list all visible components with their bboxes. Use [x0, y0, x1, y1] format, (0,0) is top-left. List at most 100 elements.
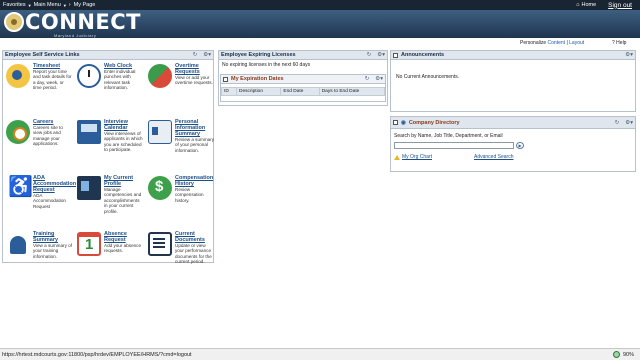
overtime-icon[interactable]	[148, 64, 172, 88]
ess-link-item[interactable]: Compensation HistoryReview compensation …	[147, 175, 218, 231]
breadcrumb-arrow-icon: ›	[68, 2, 71, 8]
licenses-empty-text: No expiring licenses in the next 60 days	[222, 62, 311, 68]
signout-link[interactable]: Sign out	[608, 2, 632, 9]
help-icon[interactable]: ?	[612, 40, 615, 46]
status-url: https://hrtest.mdcourts.gov:11800/psp/hr…	[2, 351, 192, 358]
dollar-icon[interactable]	[148, 176, 172, 200]
personalize-content-link[interactable]: Content	[548, 40, 566, 46]
col-id[interactable]: ID	[220, 87, 238, 96]
ess-link-title[interactable]: Personal Information Summary	[175, 119, 215, 137]
ess-link-text: Web Clock Enter individual punches with r…	[104, 63, 144, 91]
ess-link-item[interactable]: Overtime Requests View or add your overti…	[147, 63, 218, 119]
collapse-icon[interactable]	[393, 120, 398, 125]
careers-icon[interactable]	[6, 120, 30, 144]
org-chart-icon	[394, 154, 400, 160]
licenses-title: Employee Expiring Licenses	[221, 52, 296, 58]
favorites-menu[interactable]: Favorites	[3, 2, 26, 8]
directory-search-label: Search by Name, Job Title, Department, o…	[394, 133, 503, 139]
ess-link-title[interactable]: My Current Profile	[104, 175, 144, 187]
refresh-icon[interactable]: ↻	[367, 52, 372, 58]
personalize-layout-link[interactable]: Layout	[569, 40, 584, 46]
ess-link-item[interactable]: Careers Careers site to view jobs and man…	[5, 119, 76, 175]
directory-header: ◉ Company Directory ↻ ⚙▾	[391, 117, 635, 129]
ess-link-item[interactable]: ADA Accommodation RequestADA Accommodati…	[5, 175, 76, 231]
main-menu[interactable]: Main Menu	[34, 2, 61, 8]
ess-link-description: Enter individual punches with relevant t…	[104, 69, 136, 91]
settings-icon[interactable]: ⚙▾	[625, 120, 633, 126]
zoom-level[interactable]: 90%	[623, 352, 634, 358]
ess-link-item[interactable]: Current Documents Update or view your per…	[147, 231, 218, 287]
breadcrumb-my-page[interactable]: My Page	[74, 2, 96, 8]
ess-link-description: Report your time and task details for a …	[33, 69, 72, 91]
ess-link-title[interactable]: Training Summary	[33, 231, 73, 243]
search-go-button[interactable]: ▶	[516, 142, 524, 149]
ess-pagelet: Employee Self Service Links ↻ ⚙▾ Timeshe…	[2, 50, 214, 264]
ess-link-title[interactable]: Interview Calendar	[104, 119, 144, 131]
settings-icon[interactable]: ⚙▾	[377, 52, 385, 58]
graduation-icon[interactable]	[6, 232, 30, 256]
settings-icon[interactable]: ⚙▾	[625, 52, 633, 58]
help-link[interactable]: ? Help	[612, 40, 626, 46]
ess-link-title[interactable]: Absence Request	[104, 231, 144, 243]
directory-body: Search by Name, Job Title, Department, o…	[391, 129, 635, 164]
org-chart-link[interactable]: My Org Chart	[402, 154, 432, 160]
ess-link-description: Add your absence requests.	[104, 243, 142, 254]
ess-link-item[interactable]: Interview Calendar View interviews of app…	[76, 119, 147, 175]
directory-links: My Org Chart Advanced Search	[394, 154, 632, 160]
globe-icon	[612, 351, 620, 358]
col-end-date[interactable]: End Date	[280, 87, 320, 96]
calendar-icon[interactable]	[77, 232, 101, 256]
ess-link-description: View a summary of your training informat…	[33, 243, 72, 259]
org-chart-link-wrap[interactable]: My Org Chart	[394, 154, 474, 160]
browser-status-bar: https://hrtest.mdcourts.gov:11800/psp/hr…	[0, 348, 640, 360]
main-menu-caret-icon[interactable]: ▼	[63, 3, 67, 8]
ess-link-item[interactable]: Web Clock Enter individual punches with r…	[76, 63, 147, 119]
refresh-icon[interactable]: ↻	[365, 76, 370, 82]
ess-link-text: Personal Information Summary Review a sum…	[175, 119, 215, 153]
ess-link-item[interactable]: Personal Information Summary Review a sum…	[147, 119, 218, 175]
document-icon[interactable]	[148, 232, 172, 256]
profile-icon[interactable]	[77, 176, 101, 200]
wheelchair-icon[interactable]	[6, 176, 33, 200]
ess-link-title[interactable]: Overtime Requests	[175, 63, 215, 75]
collapse-icon[interactable]	[393, 52, 398, 58]
ess-link-title[interactable]: ADA Accommodation Request	[33, 175, 76, 193]
refresh-icon[interactable]: ↻	[193, 52, 198, 58]
ess-links-grid: Timesheet Report your time and task detai…	[3, 60, 214, 290]
advanced-search-link[interactable]: Advanced Search	[474, 154, 513, 160]
col-description[interactable]: Description	[236, 87, 282, 96]
ess-link-title[interactable]: Current Documents	[175, 231, 215, 243]
announcements-title: Announcements	[401, 52, 445, 58]
personal-info-icon[interactable]	[148, 120, 172, 144]
help-label[interactable]: Help	[616, 40, 626, 46]
clock-icon[interactable]	[77, 64, 101, 88]
ess-link-description: Review a summary of your personal inform…	[175, 137, 215, 153]
directory-search-input[interactable]	[394, 142, 514, 149]
home-link[interactable]: Home	[581, 2, 596, 8]
ess-link-item[interactable]: My Current Profile Manage competencies an…	[76, 175, 147, 231]
zoom-control[interactable]: 90%	[612, 351, 634, 358]
directory-pagelet: ◉ Company Directory ↻ ⚙▾ Search by Name,…	[390, 116, 636, 172]
ess-link-text: Overtime Requests View or add your overti…	[175, 63, 215, 86]
timesheet-icon[interactable]	[6, 64, 30, 88]
ess-link-text: Current Documents Update or view your per…	[175, 231, 215, 265]
settings-icon[interactable]: ⚙▾	[203, 52, 211, 58]
connect-logo: CONNECT Maryland Judiciary	[4, 11, 141, 38]
home-icon[interactable]: ⌂	[576, 2, 579, 8]
interview-icon[interactable]	[77, 120, 101, 144]
col-days-to-end[interactable]: Days to End Date	[318, 87, 386, 96]
favorites-caret-icon[interactable]: ▼	[28, 3, 32, 8]
settings-icon[interactable]: ⚙▾	[375, 76, 383, 82]
ess-link-item[interactable]: Timesheet Report your time and task detai…	[5, 63, 76, 119]
ess-link-text: Interview Calendar View interviews of app…	[104, 119, 144, 153]
collapse-icon[interactable]	[223, 76, 228, 82]
refresh-icon[interactable]: ↻	[615, 120, 620, 126]
ess-link-item[interactable]: Absence RequestAdd your absence requests…	[76, 231, 147, 287]
personalize-label: Personalize	[520, 40, 547, 46]
announcements-empty-text: No Current Announcements.	[396, 74, 460, 80]
logo-subtitle: Maryland Judiciary	[54, 33, 97, 38]
ess-link-description: Review compensation history.	[175, 187, 204, 203]
ess-link-title[interactable]: Compensation History	[175, 175, 215, 187]
licenses-header: Employee Expiring Licenses ↻ ⚙▾	[219, 51, 387, 60]
ess-link-item[interactable]: Training Summary View a summary of your t…	[5, 231, 76, 287]
